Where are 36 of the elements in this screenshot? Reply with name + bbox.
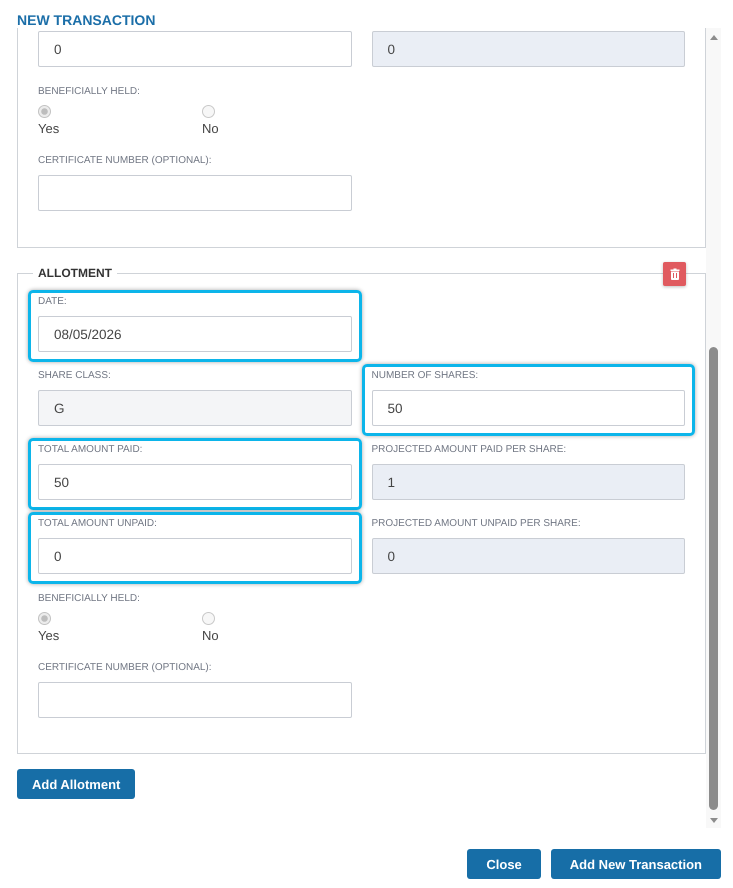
radio-option[interactable]: No: [202, 105, 219, 137]
radio-option[interactable]: Yes: [38, 612, 60, 644]
field-label: TOTAL AMOUNT PAID:: [38, 443, 144, 457]
footer-button[interactable]: Close: [467, 849, 541, 879]
add-allotment-button[interactable]: Add Allotment: [17, 769, 136, 799]
radio-option[interactable]: No: [202, 612, 219, 644]
scrollbar-thumb[interactable]: [709, 347, 718, 810]
field-label: NUMBER OF SHARES:: [372, 369, 480, 383]
field-label: PROJECTED AMOUNT PAID PER SHARE:: [372, 443, 568, 457]
input-field[interactable]: 08/05/2026: [38, 316, 352, 352]
input-field[interactable]: 50: [38, 464, 352, 500]
input-field[interactable]: G: [38, 390, 352, 426]
input-field[interactable]: 0: [38, 31, 352, 67]
input-field[interactable]: [38, 682, 352, 718]
field-label: PROJECTED AMOUNT UNPAID PER SHARE:: [372, 517, 582, 531]
field-label: CERTIFICATE NUMBER (OPTIONAL):: [38, 154, 213, 168]
dialog-title: NEW TRANSACTION: [17, 12, 156, 28]
input-field[interactable]: 0: [372, 538, 685, 574]
delete-button[interactable]: [663, 262, 686, 286]
field-label: DATE:: [38, 295, 68, 309]
input-field[interactable]: 50: [372, 390, 685, 426]
input-field[interactable]: 0: [38, 538, 352, 574]
trash-icon: [670, 268, 680, 280]
field-label: CERTIFICATE NUMBER (OPTIONAL):: [38, 661, 213, 675]
field-label: BENEFICIALLY HELD:: [38, 85, 140, 99]
input-field[interactable]: 0: [372, 31, 685, 67]
field-label: TOTAL AMOUNT UNPAID:: [38, 517, 158, 531]
caret-down-icon[interactable]: [710, 818, 718, 823]
section-legend: ALLOTMENT: [33, 265, 117, 281]
caret-up-icon[interactable]: [710, 35, 718, 40]
field-label: SHARE CLASS:: [38, 369, 112, 383]
footer-button[interactable]: Add New Transaction: [550, 849, 721, 879]
input-field[interactable]: 1: [372, 464, 685, 500]
input-field[interactable]: [38, 175, 352, 211]
radio-option[interactable]: Yes: [38, 105, 60, 137]
field-label: BENEFICIALLY HELD:: [38, 592, 140, 606]
